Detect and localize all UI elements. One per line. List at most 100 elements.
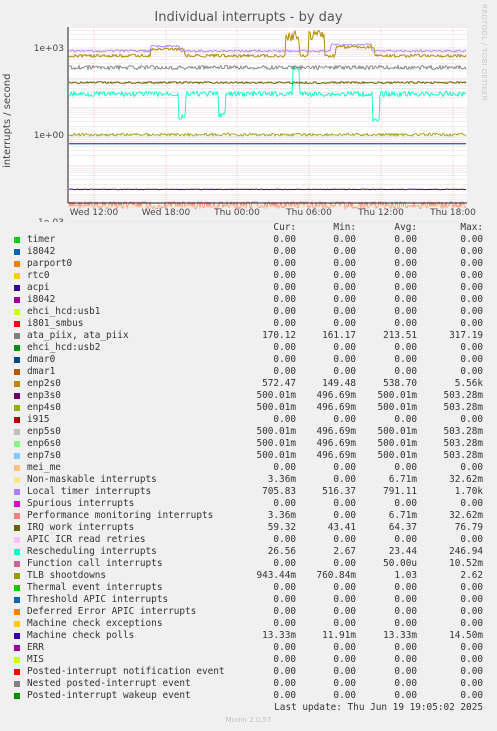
legend-value: 0.00: [273, 294, 296, 305]
legend-value: 0.00: [273, 414, 296, 425]
legend-value: 0.00: [394, 234, 417, 245]
legend-series-name: timer: [27, 234, 56, 245]
legend-row: Non-maskable interrupts 3.36m 0.00 6.71m 32.…: [10, 474, 492, 486]
legend-value: 0.00: [460, 654, 483, 665]
x-tick-label: Thu 06:00: [285, 208, 332, 218]
legend-series-name: enp5s0: [27, 426, 61, 437]
legend-swatch: [14, 609, 20, 615]
legend-value: 10.52m: [449, 558, 483, 569]
legend-series-name: dmar1: [27, 366, 56, 377]
legend-value: 246.94: [449, 546, 483, 557]
legend-value: 0.00: [394, 306, 417, 317]
legend-value: 0.00: [394, 282, 417, 293]
legend-swatch: [14, 597, 20, 603]
series-line-machine-check-polls: [68, 188, 467, 191]
legend-value: 11.91m: [322, 630, 356, 641]
legend-value: 0.00: [333, 354, 356, 365]
legend-series-name: Non-maskable interrupts: [27, 474, 157, 485]
legend-series-name: Threshold APIC interrupts: [27, 594, 169, 605]
legend-value: 59.32: [267, 522, 296, 533]
legend-value: 500.01m: [256, 450, 296, 461]
legend-value: 705.83: [262, 486, 296, 497]
legend-value: 0.00: [460, 354, 483, 365]
legend-swatch: [14, 429, 20, 435]
legend-value: 503.28m: [443, 390, 483, 401]
legend-value: 317.19: [449, 330, 483, 341]
legend-value: 496.69m: [316, 450, 356, 461]
legend-row: Deferred Error APIC interrupts 0.00 0.00 0.…: [10, 606, 492, 618]
legend-swatch: [14, 501, 20, 507]
legend-series-name: i915: [27, 414, 50, 425]
legend-value: 213.51: [383, 330, 417, 341]
legend-series-name: Deferred Error APIC interrupts: [27, 606, 197, 617]
plot-area: 1e+031e+001e-03Wed 12:00Wed 18:00Thu 00:…: [34, 27, 476, 222]
legend-value: 0.00: [333, 678, 356, 689]
legend-row: ehci_hcd:usb2 0.00 0.00 0.00 0.00: [10, 342, 492, 354]
legend-value: 0.00: [273, 270, 296, 281]
legend-value: 516.37: [322, 486, 356, 497]
legend-value: 0.00: [273, 666, 296, 677]
legend-swatch: [14, 561, 20, 567]
legend-value: 2.67: [333, 546, 356, 557]
legend-row: MIS 0.00 0.00 0.00 0.00: [10, 654, 492, 666]
legend-value: 0.00: [394, 582, 417, 593]
legend-value: 149.48: [322, 378, 356, 389]
legend-row: ehci_hcd:usb1 0.00 0.00 0.00 0.00: [10, 306, 492, 318]
legend-value: 0.00: [460, 342, 483, 353]
legend-row: enp6s0 500.01m 496.69m 500.01m 503.28m: [10, 438, 492, 450]
legend-value: 0.00: [273, 582, 296, 593]
legend-value: 496.69m: [316, 402, 356, 413]
legend-value: 0.00: [333, 234, 356, 245]
legend-value: 791.11: [383, 486, 417, 497]
legend-row: Posted-interrupt notification event 0.00 0…: [10, 666, 492, 678]
legend-series-name: enp4s0: [27, 402, 61, 413]
legend-swatch: [14, 549, 20, 555]
legend-series-name: Posted-interrupt wakeup event: [27, 690, 191, 701]
legend-row: timer 0.00 0.00 0.00 0.00: [10, 234, 492, 246]
legend-value: 0.00: [394, 642, 417, 653]
legend-row: Machine check exceptions 0.00 0.00 0.00 0.00: [10, 618, 492, 630]
legend-column-header: Max:: [460, 222, 483, 233]
x-tick-label: Thu 00:00: [213, 208, 260, 218]
legend-value: 503.28m: [443, 450, 483, 461]
legend-value: 943.44m: [256, 570, 296, 581]
legend-value: 500.01m: [377, 402, 417, 413]
legend-row: i915 0.00 0.00 0.00 0.00: [10, 414, 492, 426]
legend-swatch: [14, 333, 20, 339]
legend-row: Local timer interrupts 705.83 516.37 791.11…: [10, 486, 492, 498]
legend-swatch: [14, 669, 20, 675]
legend-value: 0.00: [273, 498, 296, 509]
legend-row: Posted-interrupt wakeup event 0.00 0.00 0.0…: [10, 690, 492, 702]
legend-value: 500.01m: [256, 426, 296, 437]
legend-series-name: Nested posted-interrupt event: [27, 678, 191, 689]
legend-swatch: [14, 261, 20, 267]
legend-value: 0.00: [333, 366, 356, 377]
legend-swatch: [14, 405, 20, 411]
legend-table: Cur: Min: Avg: Max: timer 0.00 0.00 0.00 0.00 i80…: [10, 222, 492, 702]
legend-value: 0.00: [333, 414, 356, 425]
legend-value: 0.00: [333, 498, 356, 509]
legend-row: rtc0 0.00 0.00 0.00 0.00: [10, 270, 492, 282]
legend-value: 13.33m: [383, 630, 417, 641]
legend-swatch: [14, 249, 20, 255]
legend-series-name: Spurious interrupts: [27, 498, 135, 509]
legend-swatch: [14, 441, 20, 447]
legend-value: 13.33m: [262, 630, 296, 641]
legend-swatch: [14, 621, 20, 627]
legend-value: 0.00: [460, 246, 483, 257]
legend-row: Performance monitoring interrupts 3.36m 0.…: [10, 510, 492, 522]
legend-value: 538.70: [383, 378, 417, 389]
legend-value: 170.12: [262, 330, 296, 341]
legend-value: 0.00: [333, 510, 356, 521]
legend-value: 0.00: [273, 342, 296, 353]
legend-row: Nested posted-interrupt event 0.00 0.00 0.0…: [10, 678, 492, 690]
legend-value: 0.00: [460, 534, 483, 545]
legend-series-name: Local timer interrupts: [27, 486, 152, 497]
legend-series-name: TLB shootdowns: [27, 570, 107, 581]
legend-value: 0.00: [394, 354, 417, 365]
legend-series-name: dmar0: [27, 354, 56, 365]
legend-series-name: Machine check exceptions: [27, 618, 163, 629]
legend-value: 500.01m: [377, 390, 417, 401]
legend-value: 0.00: [460, 582, 483, 593]
legend-value: 0.00: [273, 654, 296, 665]
